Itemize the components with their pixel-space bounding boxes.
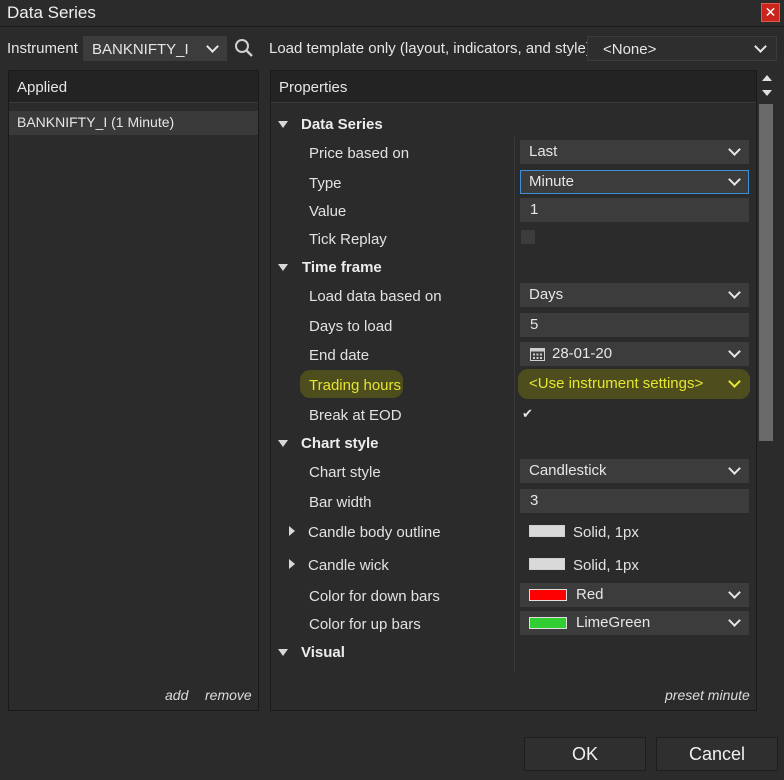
value-label: Value — [309, 203, 347, 220]
price-based-on-label: Price based on — [309, 145, 410, 162]
applied-header: Applied — [9, 71, 258, 103]
instrument-select[interactable]: BANKNIFTY_I — [83, 36, 227, 61]
vertical-scrollbar[interactable] — [757, 70, 777, 710]
price-based-on-select[interactable]: Last — [520, 140, 749, 164]
collapse-icon[interactable] — [278, 264, 288, 271]
tick-replay-checkbox[interactable] — [521, 230, 535, 244]
color-down-bars-label: Color for down bars — [309, 588, 440, 605]
scrollbar-thumb[interactable] — [759, 104, 773, 441]
scroll-up-icon[interactable] — [762, 75, 772, 81]
ok-button[interactable]: OK — [524, 737, 646, 771]
column-divider — [514, 137, 515, 672]
load-template-label: Load template only (layout, indicators, … — [269, 40, 591, 57]
close-icon: ✕ — [764, 4, 777, 20]
category-visual: Visual — [301, 644, 345, 661]
type-label: Type — [309, 175, 342, 192]
color-down-bars-select[interactable]: Red — [520, 583, 749, 607]
chevron-down-icon — [754, 40, 767, 53]
remove-link[interactable]: remove — [205, 687, 252, 703]
close-button[interactable]: ✕ — [761, 3, 780, 22]
category-data-series: Data Series — [301, 116, 383, 133]
chevron-down-icon — [728, 614, 741, 627]
color-up-bars-label: Color for up bars — [309, 616, 421, 633]
chart-style-label: Chart style — [309, 464, 381, 481]
candle-wick-label: Candle wick — [308, 557, 389, 574]
window-title: Data Series — [7, 3, 96, 22]
candle-body-outline-swatch — [529, 525, 565, 537]
load-data-based-on-label: Load data based on — [309, 288, 442, 305]
chevron-down-icon — [728, 586, 741, 599]
template-select[interactable]: <None> — [587, 36, 777, 61]
trading-hours-select[interactable]: <Use instrument settings> — [520, 372, 749, 396]
candle-body-outline-value[interactable]: Solid, 1px — [573, 524, 639, 541]
chevron-down-icon — [728, 375, 741, 388]
days-to-load-input[interactable]: 5 — [520, 313, 749, 337]
color-swatch — [529, 617, 567, 629]
chart-style-select[interactable]: Candlestick — [520, 459, 749, 483]
category-chart-style: Chart style — [301, 435, 379, 452]
collapse-icon[interactable] — [278, 121, 288, 128]
add-link[interactable]: add — [165, 687, 188, 703]
chevron-down-icon — [728, 286, 741, 299]
load-data-based-on-select[interactable]: Days — [520, 283, 749, 307]
candle-body-outline-label: Candle body outline — [308, 524, 441, 541]
bar-width-input[interactable]: 3 — [520, 489, 749, 513]
collapse-icon[interactable] — [278, 440, 288, 447]
bar-width-label: Bar width — [309, 494, 372, 511]
value-input[interactable]: 1 — [520, 198, 749, 222]
candle-wick-value[interactable]: Solid, 1px — [573, 557, 639, 574]
chevron-down-icon — [728, 173, 741, 186]
candle-wick-swatch — [529, 558, 565, 570]
chevron-down-icon — [728, 345, 741, 358]
tick-replay-label: Tick Replay — [309, 231, 387, 248]
title-bar: Data Series ✕ — [0, 0, 784, 27]
end-date-picker[interactable]: 28-01-20 — [520, 342, 749, 366]
cancel-button[interactable]: Cancel — [656, 737, 778, 771]
instrument-label: Instrument — [7, 40, 78, 57]
color-swatch — [529, 589, 567, 601]
trading-hours-label: Trading hours — [309, 377, 401, 394]
list-item[interactable]: BANKNIFTY_I (1 Minute) — [9, 111, 258, 135]
preset-link[interactable]: preset minute — [665, 687, 750, 703]
color-up-bars-select[interactable]: LimeGreen — [520, 611, 749, 635]
expand-icon[interactable] — [289, 559, 295, 569]
applied-panel: Applied BANKNIFTY_I (1 Minute) add remov… — [8, 70, 259, 711]
end-date-label: End date — [309, 347, 370, 364]
calendar-icon — [530, 348, 545, 361]
days-to-load-label: Days to load — [309, 318, 393, 335]
search-icon[interactable] — [234, 38, 254, 58]
type-select[interactable]: Minute — [520, 170, 749, 194]
collapse-icon[interactable] — [278, 649, 288, 656]
chevron-down-icon — [206, 40, 219, 53]
chevron-down-icon — [728, 143, 741, 156]
expand-icon[interactable] — [289, 526, 295, 536]
category-time-frame: Time frame — [302, 259, 382, 276]
break-at-eod-label: Break at EOD — [309, 407, 402, 424]
break-at-eod-checkbox[interactable]: ✔ — [522, 407, 533, 420]
chevron-down-icon — [728, 462, 741, 475]
properties-header: Properties — [271, 71, 756, 103]
scroll-down-icon[interactable] — [762, 90, 772, 96]
